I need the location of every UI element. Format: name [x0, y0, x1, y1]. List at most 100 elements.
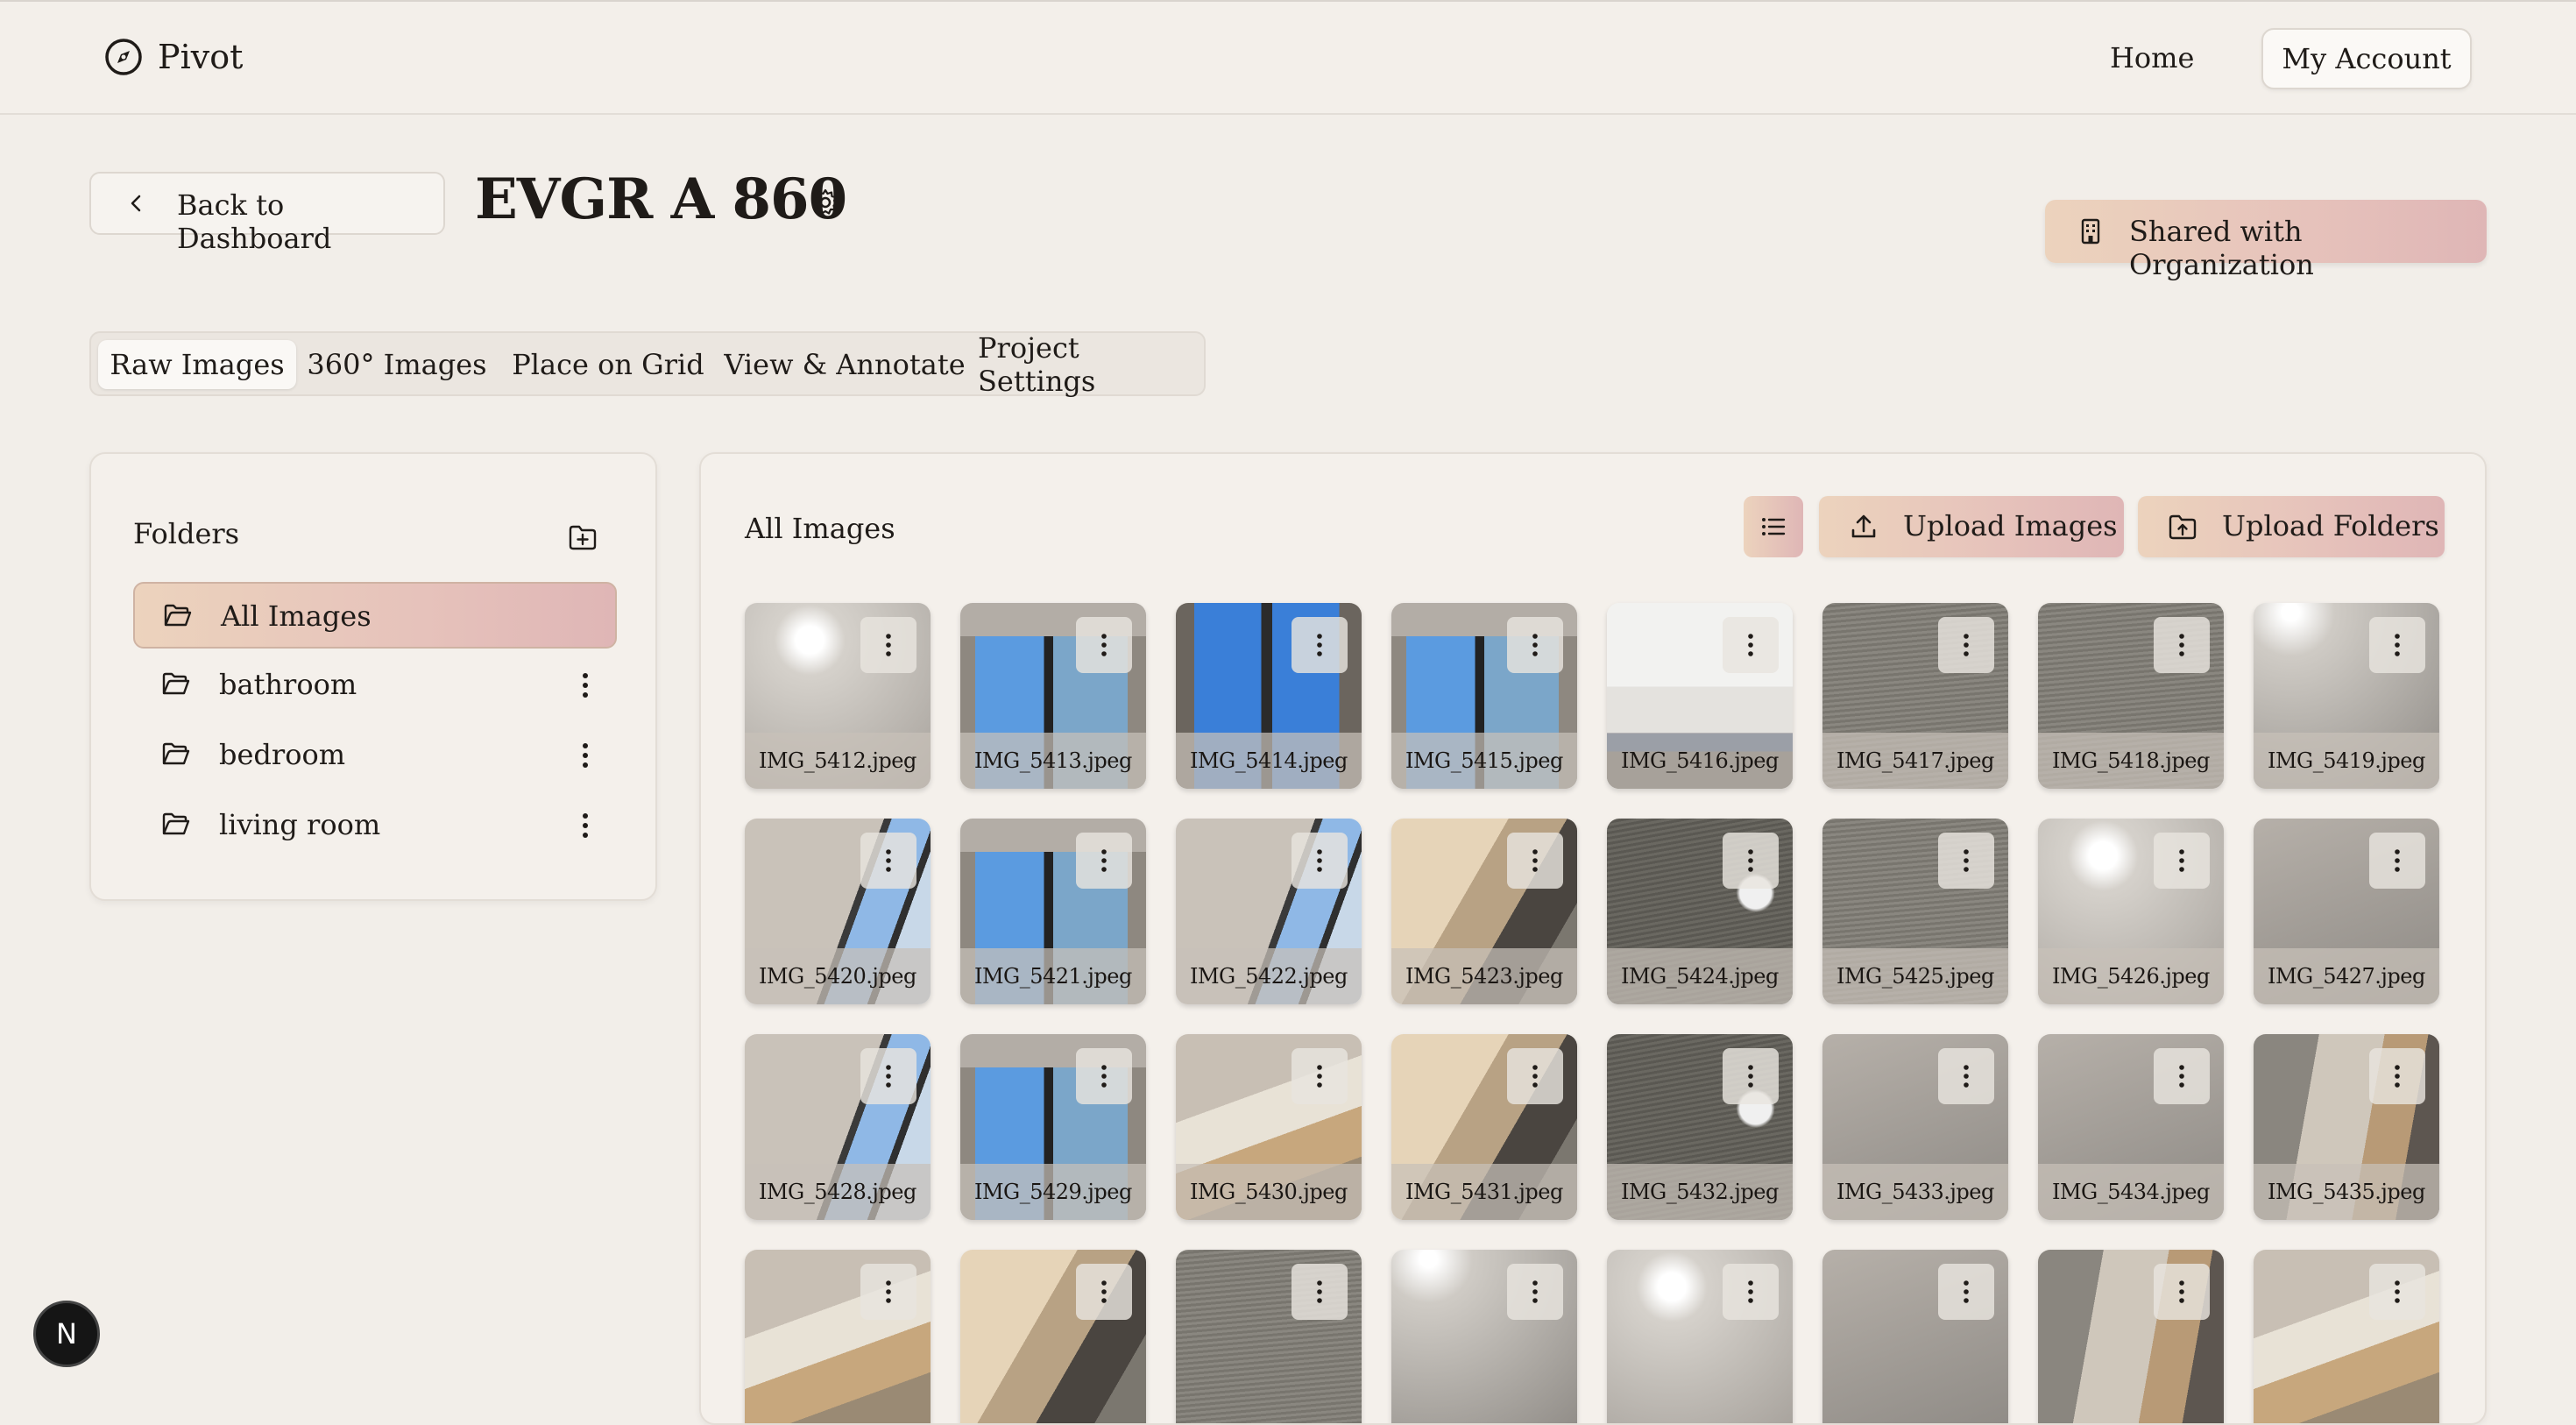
folder-item-living-room[interactable]: living room — [133, 792, 617, 859]
image-more-button[interactable] — [1507, 833, 1563, 889]
image-thumbnail[interactable]: IMG_5413.jpeg — [960, 603, 1146, 789]
image-more-button[interactable] — [1723, 1264, 1779, 1320]
image-more-button[interactable] — [2369, 833, 2425, 889]
tab-view-annotate[interactable]: View & Annotate — [722, 340, 967, 389]
image-thumbnail[interactable]: IMG_5434.jpeg — [2038, 1034, 2224, 1220]
image-more-button[interactable] — [860, 1264, 916, 1320]
image-thumbnail[interactable]: IMG_5416.jpeg — [1607, 603, 1793, 789]
image-more-button[interactable] — [1292, 1048, 1348, 1104]
image-more-button[interactable] — [2369, 617, 2425, 673]
image-filename: IMG_5424.jpeg — [1607, 948, 1793, 1004]
image-more-button[interactable] — [1938, 833, 1994, 889]
image-more-button[interactable] — [1723, 617, 1779, 673]
image-thumbnail[interactable]: IMG_5432.jpeg — [1607, 1034, 1793, 1220]
more-vertical-icon[interactable] — [578, 670, 592, 701]
nav-home-link[interactable]: Home — [2110, 41, 2194, 74]
image-more-button[interactable] — [860, 1048, 916, 1104]
image-more-button[interactable] — [2154, 1264, 2210, 1320]
more-vertical-icon — [2179, 1280, 2184, 1303]
image-thumbnail[interactable]: IMG_5421.jpeg — [960, 819, 1146, 1004]
image-thumbnail[interactable] — [2254, 1250, 2439, 1423]
image-more-button[interactable] — [860, 833, 916, 889]
my-account-button[interactable]: My Account — [2261, 28, 2472, 89]
image-filename: IMG_5426.jpeg — [2038, 948, 2224, 1004]
image-thumbnail[interactable] — [1822, 1250, 2008, 1423]
folder-item-bedroom[interactable]: bedroom — [133, 722, 617, 789]
image-more-button[interactable] — [1938, 1264, 1994, 1320]
image-thumbnail[interactable]: IMG_5420.jpeg — [745, 819, 931, 1004]
more-vertical-icon — [2179, 1065, 2184, 1088]
folder-item-all-images[interactable]: All Images — [133, 582, 617, 649]
image-more-button[interactable] — [2154, 617, 2210, 673]
image-thumbnail[interactable]: IMG_5424.jpeg — [1607, 819, 1793, 1004]
upload-folders-button[interactable]: Upload Folders — [2138, 496, 2445, 557]
list-view-button[interactable] — [1744, 496, 1803, 557]
new-folder-icon[interactable] — [568, 522, 598, 552]
more-vertical-icon — [1964, 849, 1969, 872]
image-thumbnail[interactable] — [745, 1250, 931, 1423]
image-thumbnail[interactable] — [960, 1250, 1146, 1423]
more-vertical-icon[interactable] — [578, 740, 592, 771]
gear-icon[interactable] — [810, 187, 841, 218]
image-thumbnail[interactable]: IMG_5428.jpeg — [745, 1034, 931, 1220]
image-thumbnail[interactable]: IMG_5429.jpeg — [960, 1034, 1146, 1220]
image-thumbnail[interactable]: IMG_5414.jpeg — [1176, 603, 1362, 789]
upload-images-button[interactable]: Upload Images — [1819, 496, 2124, 557]
image-thumbnail[interactable]: IMG_5433.jpeg — [1822, 1034, 2008, 1220]
tab-project-settings[interactable]: Project Settings — [978, 331, 1199, 398]
folder-upload-icon — [2169, 514, 2197, 540]
image-thumbnail[interactable]: IMG_5431.jpeg — [1391, 1034, 1577, 1220]
image-more-button[interactable] — [1507, 1264, 1563, 1320]
image-filename: IMG_5432.jpeg — [1607, 1164, 1793, 1220]
image-thumbnail[interactable]: IMG_5430.jpeg — [1176, 1034, 1362, 1220]
more-vertical-icon — [886, 634, 891, 656]
image-more-button[interactable] — [1076, 833, 1132, 889]
folder-item-bathroom[interactable]: bathroom — [133, 652, 617, 719]
back-to-dashboard-button[interactable]: Back to Dashboard — [89, 172, 445, 255]
image-thumbnail[interactable]: IMG_5422.jpeg — [1176, 819, 1362, 1004]
image-thumbnail[interactable]: IMG_5418.jpeg — [2038, 603, 2224, 789]
image-thumbnail[interactable]: IMG_5417.jpeg — [1822, 603, 2008, 789]
image-filename: IMG_5413.jpeg — [960, 733, 1146, 789]
image-more-button[interactable] — [1076, 1048, 1132, 1104]
image-thumbnail[interactable]: IMG_5415.jpeg — [1391, 603, 1577, 789]
image-more-button[interactable] — [2369, 1264, 2425, 1320]
tab-raw-images[interactable]: Raw Images — [98, 340, 296, 389]
image-more-button[interactable] — [1076, 1264, 1132, 1320]
more-vertical-icon — [1101, 634, 1107, 656]
image-more-button[interactable] — [860, 617, 916, 673]
image-thumbnail[interactable]: IMG_5426.jpeg — [2038, 819, 2224, 1004]
image-more-button[interactable] — [2154, 1048, 2210, 1104]
image-thumbnail[interactable] — [1391, 1250, 1577, 1423]
image-thumbnail[interactable]: IMG_5425.jpeg — [1822, 819, 2008, 1004]
image-more-button[interactable] — [1292, 833, 1348, 889]
image-more-button[interactable] — [1292, 1264, 1348, 1320]
image-more-button[interactable] — [2154, 833, 2210, 889]
image-more-button[interactable] — [1507, 1048, 1563, 1104]
image-more-button[interactable] — [1292, 617, 1348, 673]
image-thumbnail[interactable] — [1607, 1250, 1793, 1423]
image-more-button[interactable] — [1723, 1048, 1779, 1104]
image-thumbnail[interactable]: IMG_5419.jpeg — [2254, 603, 2439, 789]
image-thumbnail[interactable]: IMG_5435.jpeg — [2254, 1034, 2439, 1220]
image-more-button[interactable] — [1076, 617, 1132, 673]
image-more-button[interactable] — [1938, 617, 1994, 673]
image-thumbnail[interactable]: IMG_5427.jpeg — [2254, 819, 2439, 1004]
tab-360-images[interactable]: 360° Images — [305, 340, 489, 389]
image-filename: IMG_5417.jpeg — [1822, 733, 2008, 789]
more-vertical-icon[interactable] — [578, 810, 592, 841]
image-more-button[interactable] — [2369, 1048, 2425, 1104]
image-more-button[interactable] — [1723, 833, 1779, 889]
image-more-button[interactable] — [1938, 1048, 1994, 1104]
more-vertical-icon — [1532, 849, 1538, 872]
image-thumbnail[interactable] — [1176, 1250, 1362, 1423]
image-more-button[interactable] — [1507, 617, 1563, 673]
brand[interactable]: Pivot — [103, 37, 243, 77]
image-thumbnail[interactable]: IMG_5423.jpeg — [1391, 819, 1577, 1004]
image-thumbnail[interactable] — [2038, 1250, 2224, 1423]
n-badge-button[interactable]: N — [33, 1301, 100, 1367]
shared-with-organization-button[interactable]: Shared with Organization — [2045, 200, 2487, 281]
tab-place-on-grid[interactable]: Place on Grid — [503, 340, 713, 389]
image-thumbnail[interactable]: IMG_5412.jpeg — [745, 603, 931, 789]
more-vertical-icon — [886, 849, 891, 872]
